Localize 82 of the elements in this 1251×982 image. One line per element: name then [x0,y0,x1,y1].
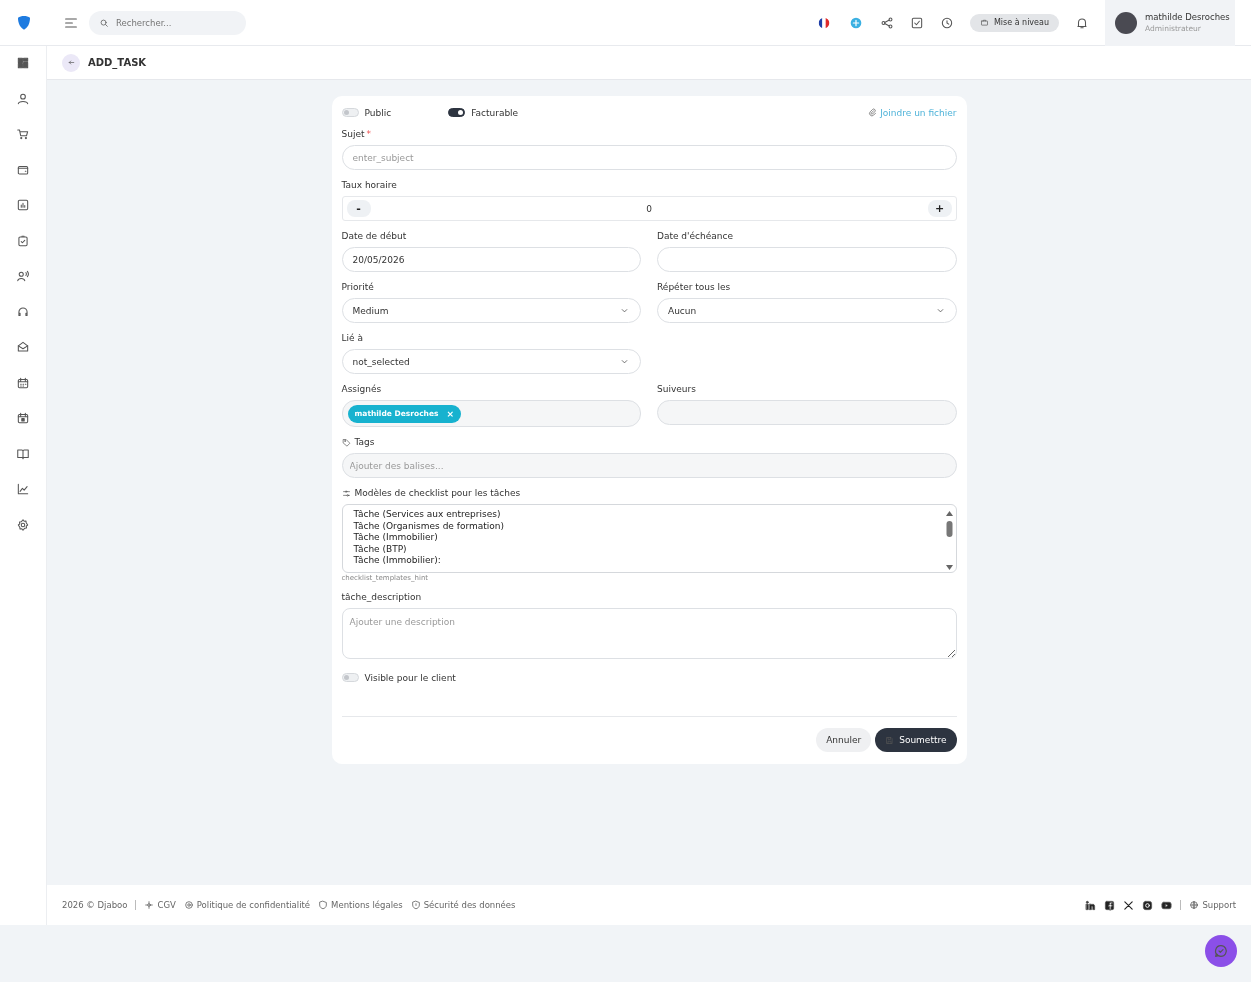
cart-icon [16,127,30,141]
calendar-day-icon [16,411,30,425]
clipboard-check-icon [16,233,30,248]
facebook-icon [1104,899,1116,911]
listbox-option[interactable]: Tâche (Immobilier): [353,555,945,567]
required-mark: * [366,129,371,139]
field-label: Date de début [341,231,407,241]
sliders-icon [341,488,351,498]
copyright-text: 2026 © Djaboo [62,900,128,910]
scrollbar[interactable] [944,509,954,572]
field-label: Suiveurs [657,384,696,394]
mail-icon [16,340,30,354]
search-icon [99,17,109,28]
related-select[interactable]: not_selected [341,349,641,374]
listbox-option[interactable]: Tâche (BTP) [353,543,945,556]
minus-button[interactable]: - [346,200,371,217]
share-icon [879,15,894,30]
listbox-option[interactable]: Tâche (Immobilier) [353,532,945,544]
chart-icon [16,198,30,212]
date-field[interactable]: 20/05/2026 [341,247,641,272]
tags-field[interactable]: Ajouter des balises... [341,453,957,478]
field-label: Date d'échéance [657,231,733,241]
paperclip-icon [868,108,878,117]
field-label: Lié à [341,333,363,343]
subject-field[interactable]: enter_subject [341,145,957,170]
checkbox-icon [909,15,924,30]
user-voice-icon [16,269,30,283]
field-label: Assignés [341,384,382,394]
arrow-left-icon [66,58,76,67]
line-chart-icon [16,482,30,496]
tag-icon [341,437,351,447]
toggle-label: Facturable [471,107,519,118]
field-label: Sujet [341,129,365,139]
date-field[interactable] [657,247,957,272]
headset-icon [16,304,30,319]
instagram-icon [1142,899,1154,911]
user-icon [16,91,30,106]
footer-link[interactable]: CGV [144,900,176,910]
linkedin-icon [1085,899,1097,911]
dashboard-icon [16,56,30,70]
save-icon [885,735,895,745]
clock-icon [939,15,954,30]
plus-button[interactable]: + [927,200,952,217]
chat-icon [1213,943,1229,959]
x-icon [1123,899,1135,911]
support-link[interactable]: Support [1189,900,1236,910]
toggle-label: Public [364,107,392,118]
field-label: Tags [354,437,375,447]
listbox-option[interactable]: Tâche (Services aux entreprises) [353,509,945,521]
calendar-icon [16,375,30,390]
back-button[interactable] [62,53,80,72]
chat-button[interactable] [1205,935,1237,967]
followers-field[interactable] [657,400,957,425]
listbox-option[interactable]: Tâche (Organismes de formation) [353,520,945,533]
user-name: mathilde Desroches [1145,12,1230,22]
repeat-select[interactable]: Aucun [657,298,957,323]
cancel-button[interactable]: Annuler [816,728,872,752]
rate-value: 0 [645,203,653,214]
globe-icon [1189,900,1200,910]
footer-link[interactable]: Mentions légales [318,900,403,910]
priority-select[interactable]: Medium [341,298,641,323]
footer-link[interactable]: Sécurité des données [410,900,516,910]
toggle-label: Visible pour le client [364,672,456,683]
briefcase-icon [979,18,989,27]
bell-icon [1075,15,1089,30]
description-field[interactable]: Ajouter une description [341,608,957,659]
toggle-switch[interactable] [448,108,466,117]
page-title: ADD_TASK [88,57,147,68]
avatar [1115,11,1137,34]
footer-link[interactable]: Politique de confidentialité [183,900,311,910]
search-field[interactable]: Rechercher... [89,10,246,35]
youtube-icon [1161,899,1173,911]
checklist-listbox[interactable]: Tâche (Services aux entreprises) Tâche (Organismes de formation) Tâche (Immobilier) Tâche (BTP) Tâche (Immobilier): [341,504,957,573]
field-label: Priorité [341,282,374,292]
upgrade-button[interactable]: Mise à niveau [969,13,1059,32]
field-label: Répéter tous les [657,282,731,292]
field-label: tâche_description [341,592,422,602]
field-label: Modèles de checklist pour les tâches [354,488,521,498]
field-label: Taux horaire [341,180,397,190]
settings-icon [16,517,30,532]
submit-button[interactable]: Soumettre [875,728,957,752]
book-icon [16,446,30,461]
